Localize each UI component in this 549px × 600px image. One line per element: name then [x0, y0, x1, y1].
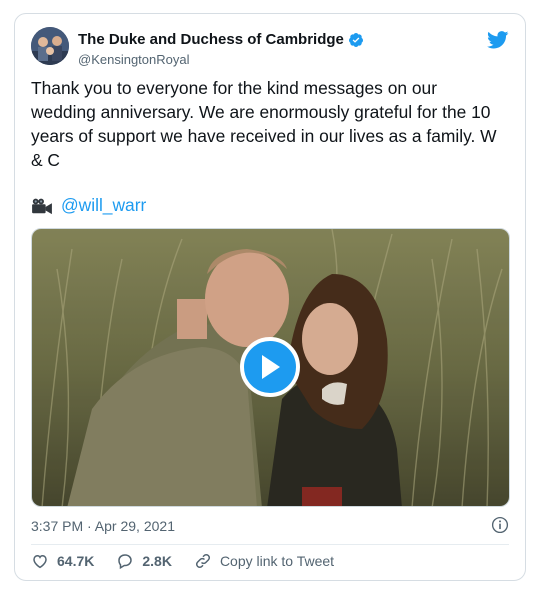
movie-camera-icon — [32, 198, 52, 214]
link-icon — [195, 553, 210, 569]
action-bar: 64.7K 2.8K Copy link to Tweet — [31, 552, 356, 570]
like-count: 64.7K — [57, 553, 95, 569]
play-button[interactable] — [240, 337, 300, 397]
handle[interactable]: @KensingtonRoyal — [78, 52, 189, 67]
video-credit: @will_warr — [31, 195, 146, 216]
display-name-text: The Duke and Duchess of Cambridge — [78, 31, 344, 48]
copy-link-button[interactable]: Copy link to Tweet — [194, 552, 334, 570]
tweet-text: Thank you to everyone for the kind messa… — [31, 78, 497, 170]
avatar[interactable] — [31, 27, 69, 65]
display-name[interactable]: The Duke and Duchess of Cambridge — [78, 31, 364, 48]
tweet-card: The Duke and Duchess of Cambridge @Kensi… — [14, 13, 526, 581]
tweet-timestamp[interactable]: 3:37 PM · Apr 29, 2021 — [31, 518, 175, 534]
reply-button[interactable]: 2.8K — [116, 552, 172, 570]
heart-icon — [33, 554, 47, 569]
divider — [31, 544, 509, 545]
play-icon — [262, 355, 280, 379]
twitter-bird-icon[interactable] — [487, 31, 509, 49]
reply-bubble-icon — [118, 554, 133, 570]
like-button[interactable]: 64.7K — [31, 552, 94, 570]
reply-count: 2.8K — [142, 553, 172, 569]
video-player[interactable] — [31, 228, 510, 507]
info-icon[interactable] — [491, 516, 509, 534]
verified-badge-icon — [348, 32, 363, 47]
copy-link-label: Copy link to Tweet — [219, 553, 335, 569]
credit-handle-link[interactable]: @will_warr — [61, 195, 146, 216]
